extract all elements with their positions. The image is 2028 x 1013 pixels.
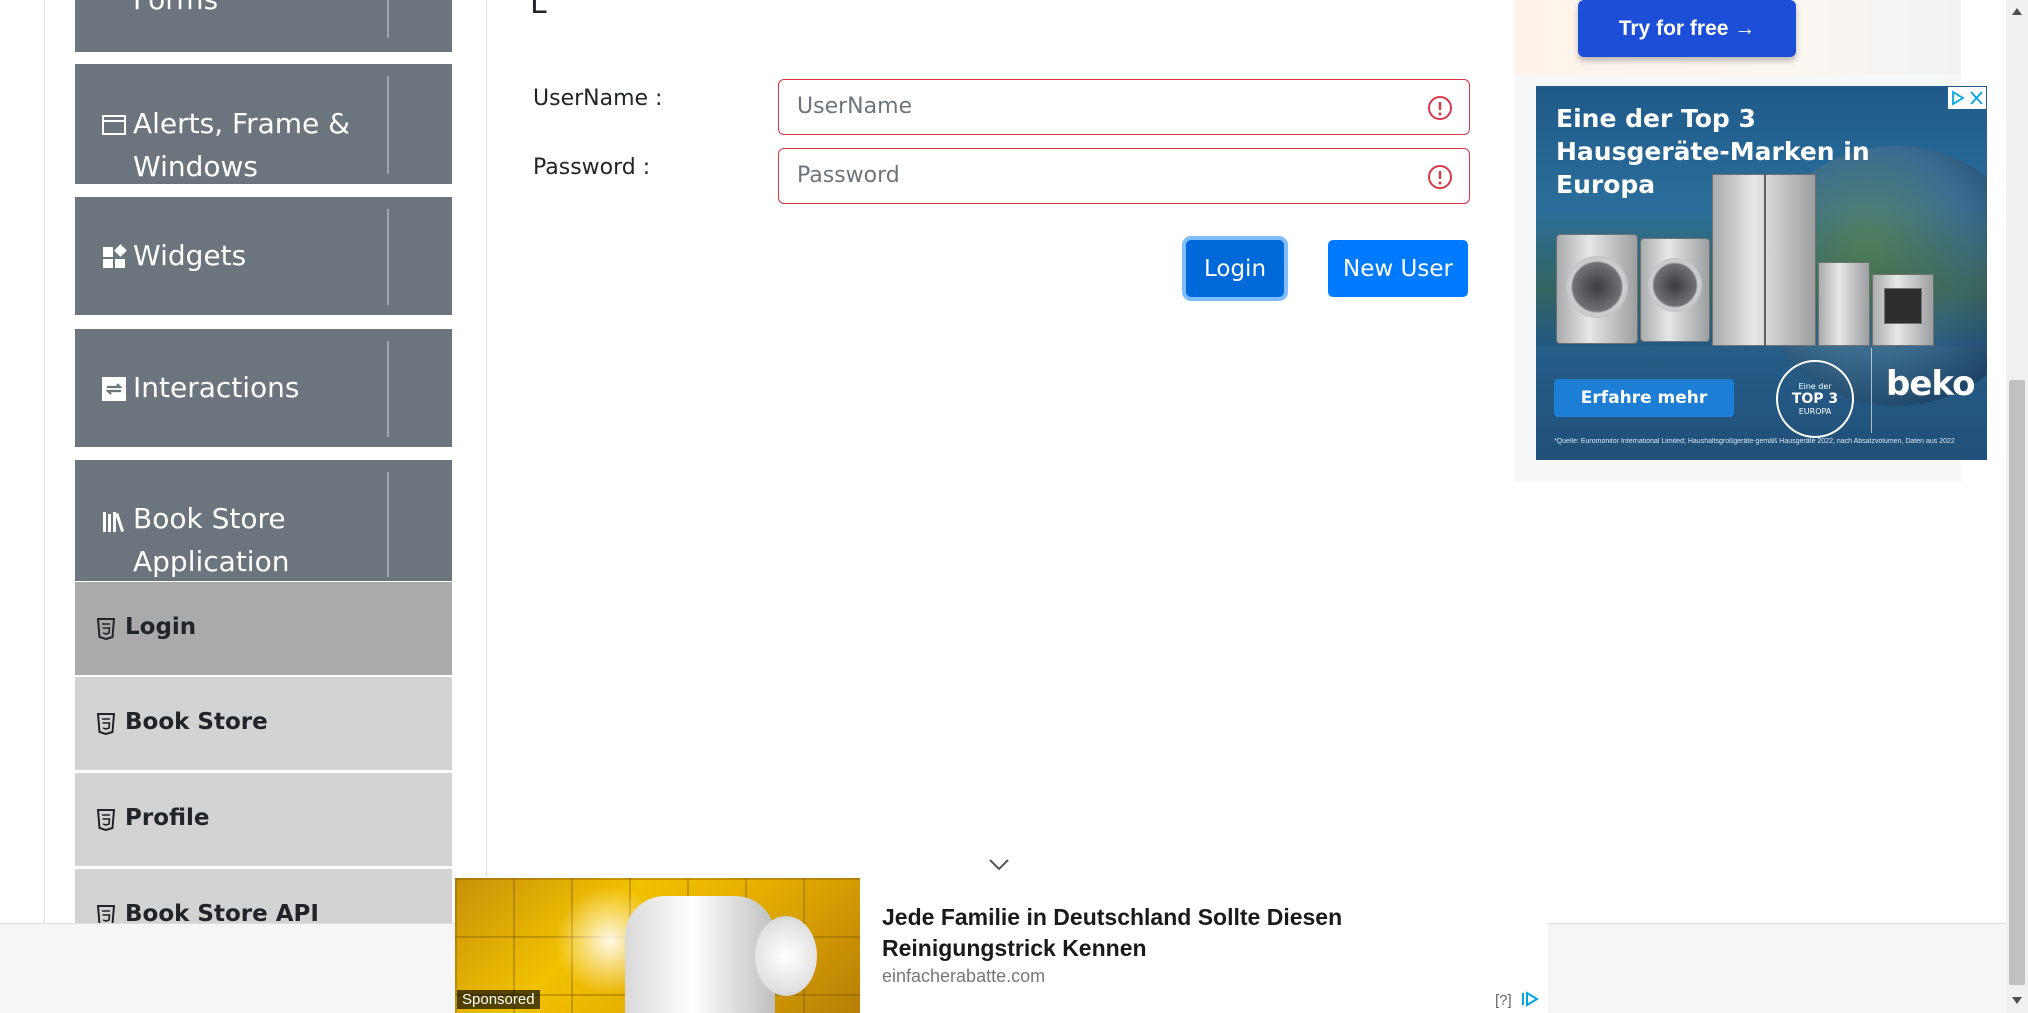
try-for-free-button[interactable]: Try for free → — [1578, 0, 1796, 57]
cleaning-device — [625, 896, 775, 1013]
group-separator — [387, 209, 389, 305]
top3-seal: Eine der TOP 3 EUROPA — [1776, 360, 1854, 438]
erfahre-mehr-button[interactable]: Erfahre mehr — [1554, 379, 1734, 417]
download-arrow-icon[interactable] — [484, 242, 514, 272]
password-input[interactable] — [797, 149, 1397, 202]
dryer-drum — [1648, 258, 1702, 312]
scroll-down-arrow-icon[interactable] — [2011, 996, 2023, 1006]
sidebar-item-profile[interactable]: Profile — [75, 772, 452, 866]
html5-icon — [97, 713, 115, 735]
sidebar-group-label-line2: Windows — [133, 150, 258, 183]
seal-bottom-text: EUROPA — [1798, 407, 1832, 416]
seal-top-text: Eine der — [1798, 382, 1832, 391]
sidebar-item-label: Book Store — [125, 709, 268, 735]
scrollbar-thumb[interactable] — [2009, 380, 2025, 985]
error-icon — [1428, 165, 1452, 189]
adchoices-icon[interactable] — [1520, 990, 1542, 1008]
sidebar-group-label-line2: Application — [133, 545, 290, 578]
group-separator — [387, 76, 389, 174]
sponsored-domain[interactable]: einfacherabatte.com — [882, 966, 1045, 987]
sponsored-ad[interactable]: Sponsored Jede Familie in Deutschland So… — [455, 878, 1548, 1013]
oven-window — [1884, 288, 1922, 324]
sidebar-item-book-store[interactable]: Book Store — [75, 676, 452, 770]
download-arrow-icon[interactable] — [484, 111, 514, 141]
beko-logo: beko — [1886, 364, 1975, 404]
group-separator — [387, 341, 389, 437]
username-field[interactable] — [778, 79, 1470, 135]
username-label: UserName : — [533, 86, 663, 111]
sidebar-group-label: Widgets — [133, 239, 247, 272]
sidebar-group-book-store-application[interactable]: Book Store Application — [75, 460, 508, 581]
sidebar-group-alerts[interactable]: Alerts, Frame & Windows — [75, 64, 508, 184]
sidebar-item-login[interactable]: Login — [75, 581, 452, 675]
swap-arrows-icon — [102, 377, 126, 401]
sidebar-group-interactions[interactable]: Interactions — [75, 329, 508, 447]
download-arrow-icon[interactable] — [484, 374, 514, 404]
error-icon — [1428, 96, 1452, 120]
sidebar-group-widgets[interactable]: Widgets — [75, 197, 508, 315]
seal-main-text: TOP 3 — [1791, 391, 1839, 407]
fridge-door-line — [1764, 174, 1766, 346]
username-input[interactable] — [797, 80, 1397, 133]
sponsored-label: Sponsored — [457, 990, 540, 1009]
sponsored-title[interactable]: Jede Familie in Deutschland Sollte Diese… — [882, 902, 1402, 964]
page-heading-partial: L — [530, 0, 547, 21]
left-border — [44, 0, 45, 930]
ad-footnote: *Quelle: Euromonitor International Limit… — [1554, 438, 1955, 445]
ad-divider — [1871, 348, 1872, 433]
sidebar-group-label: Interactions — [133, 371, 300, 404]
dishwasher-image — [1818, 262, 1870, 346]
sidebar-group-label: Forms — [133, 0, 218, 21]
beko-ad[interactable]: Eine der Top 3 Hausgeräte-Marken in Euro… — [1536, 86, 1987, 460]
close-icon[interactable] — [1967, 87, 1986, 109]
download-arrow-icon[interactable] — [484, 0, 514, 18]
scroll-up-arrow-icon[interactable] — [2011, 6, 2023, 16]
widgets-icon — [103, 244, 127, 268]
chevron-down-icon[interactable] — [988, 858, 1010, 872]
sidebar-group-label-line1: Alerts, Frame & — [133, 107, 351, 140]
window-icon — [102, 115, 126, 135]
new-user-button[interactable]: New User — [1328, 240, 1468, 297]
sidebar-group-forms[interactable]: Forms — [75, 0, 508, 52]
upload-arrow-icon[interactable] — [484, 507, 514, 537]
password-label: Password : — [533, 155, 651, 180]
books-icon — [103, 512, 125, 532]
sidebar-item-label: Profile — [125, 805, 210, 831]
sidebar-item-label: Login — [125, 614, 197, 640]
html5-icon — [97, 618, 115, 640]
group-separator — [387, 0, 389, 38]
html5-icon — [97, 809, 115, 831]
page: L Forms Alerts, Frame & Windows Widgets … — [0, 0, 2028, 1013]
ad-choices-badge[interactable] — [1948, 87, 1986, 109]
group-separator — [387, 472, 389, 577]
login-button[interactable]: Login — [1186, 240, 1284, 297]
password-field[interactable] — [778, 148, 1470, 204]
adchoices-icon[interactable] — [1948, 87, 1967, 109]
washer-drum — [1566, 256, 1628, 318]
sidebar-group-label-line1: Book Store — [133, 502, 286, 535]
device-nozzle — [755, 916, 817, 996]
sponsored-image: Sponsored — [455, 878, 860, 1013]
ad-help-link[interactable]: [?] — [1495, 992, 1512, 1009]
